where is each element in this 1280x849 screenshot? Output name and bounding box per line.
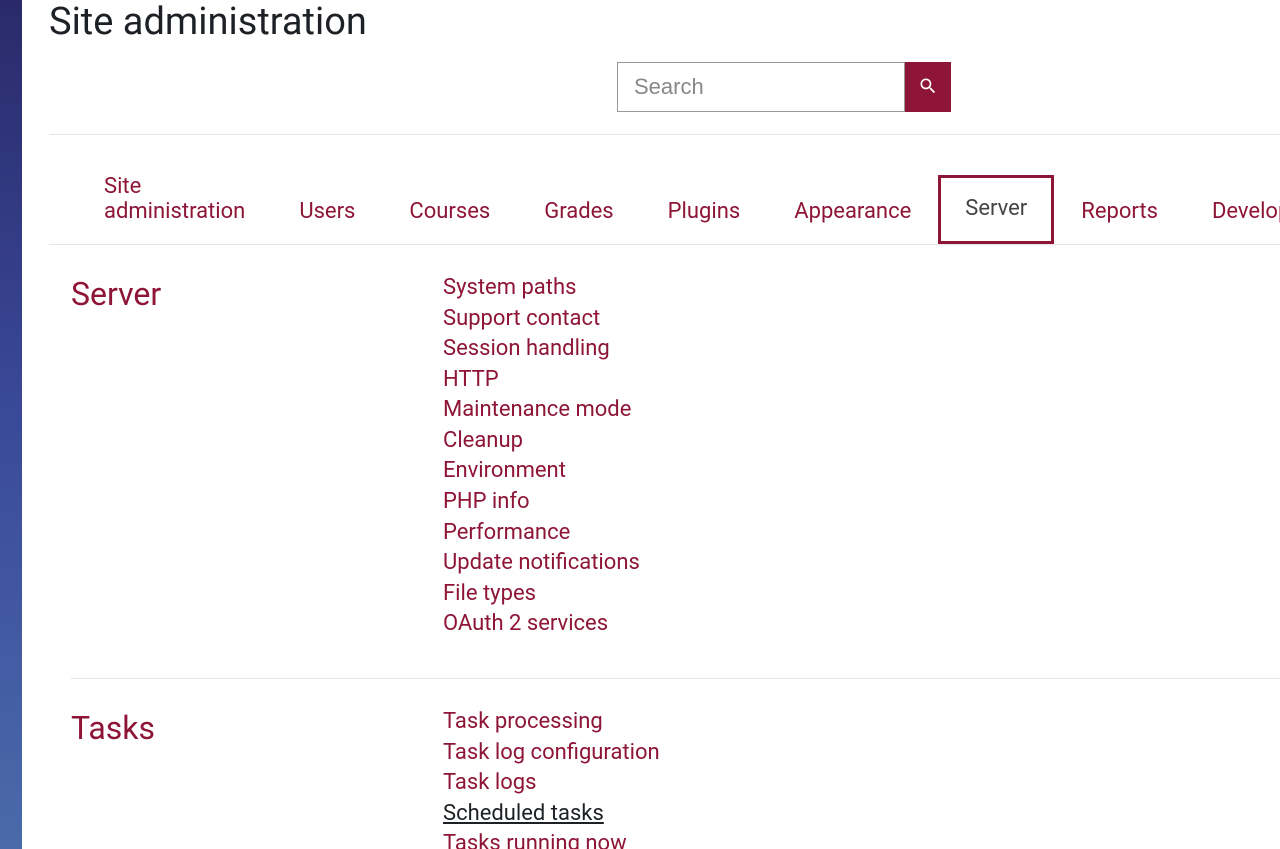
section-links-server: System pathsSupport contactSession handl… — [443, 273, 640, 640]
link-maintenance-mode[interactable]: Maintenance mode — [443, 395, 631, 426]
left-accent-stripe — [0, 0, 22, 849]
tab-appearance[interactable]: Appearance — [767, 178, 938, 244]
link-support-contact[interactable]: Support contact — [443, 304, 600, 335]
link-task-logs[interactable]: Task logs — [443, 768, 536, 799]
link-environment[interactable]: Environment — [443, 456, 566, 487]
link-cleanup[interactable]: Cleanup — [443, 426, 523, 457]
search-icon — [918, 76, 938, 99]
admin-tabs: Site administrationUsersCoursesGradesPlu… — [49, 135, 1280, 245]
link-update-notifications[interactable]: Update notifications — [443, 548, 640, 579]
tab-grades[interactable]: Grades — [517, 178, 640, 244]
tab-development[interactable]: Development — [1185, 178, 1280, 244]
section-links-tasks: Task processingTask log configurationTas… — [443, 707, 660, 849]
main-content: Site administration Site administrationU… — [49, 0, 1280, 849]
link-php-info[interactable]: PHP info — [443, 487, 530, 518]
link-oauth-2-services[interactable]: OAuth 2 services — [443, 609, 608, 640]
search-button[interactable] — [905, 62, 951, 112]
link-scheduled-tasks[interactable]: Scheduled tasks — [443, 799, 604, 830]
link-system-paths[interactable]: System paths — [443, 273, 576, 304]
tab-reports[interactable]: Reports — [1054, 178, 1185, 244]
link-task-log-configuration[interactable]: Task log configuration — [443, 738, 660, 769]
admin-sections: ServerSystem pathsSupport contactSession… — [49, 245, 1280, 849]
link-tasks-running-now[interactable]: Tasks running now — [443, 829, 627, 849]
search-row — [49, 62, 1280, 112]
tab-site-administration[interactable]: Site administration — [77, 153, 272, 244]
link-performance[interactable]: Performance — [443, 518, 570, 549]
section-title-server: Server — [71, 273, 443, 640]
tab-users[interactable]: Users — [272, 178, 382, 244]
section-title-tasks: Tasks — [71, 707, 443, 849]
link-file-types[interactable]: File types — [443, 579, 536, 610]
page-title: Site administration — [49, 0, 1280, 44]
tab-courses[interactable]: Courses — [382, 178, 517, 244]
tab-plugins[interactable]: Plugins — [641, 178, 768, 244]
link-http[interactable]: HTTP — [443, 365, 499, 396]
tab-server[interactable]: Server — [938, 175, 1054, 244]
section-server: ServerSystem pathsSupport contactSession… — [71, 273, 1280, 679]
link-task-processing[interactable]: Task processing — [443, 707, 603, 738]
link-session-handling[interactable]: Session handling — [443, 334, 610, 365]
search-input[interactable] — [617, 62, 905, 112]
section-tasks: TasksTask processingTask log configurati… — [71, 707, 1280, 849]
